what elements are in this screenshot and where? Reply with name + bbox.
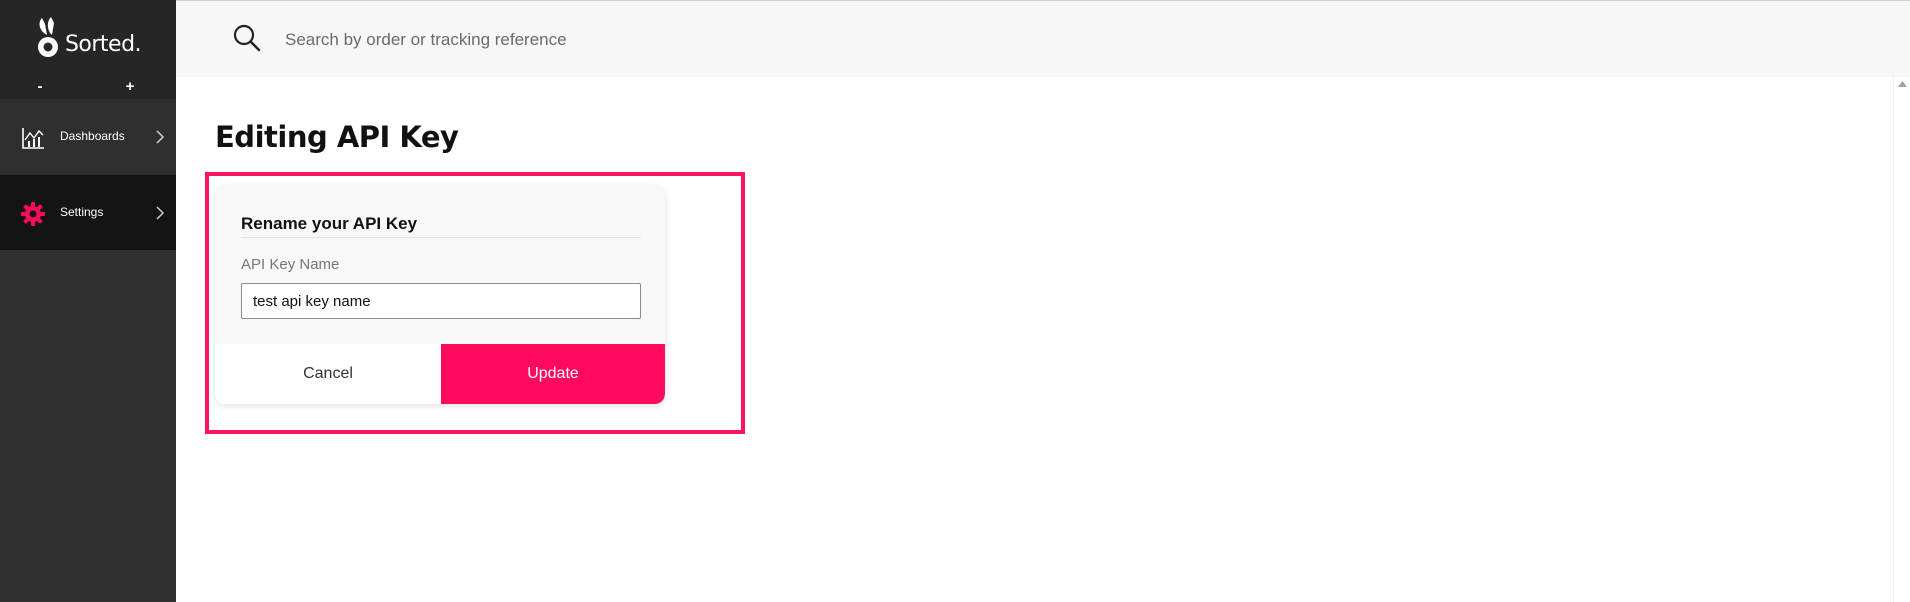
search-icon[interactable] [232,23,262,53]
sidebar: Sorted. - + Dashboards Settings [0,0,176,602]
page-scrollbar[interactable] [1893,77,1910,602]
brand-name: Sorted. [64,32,142,57]
app-window: Sorted. - + Dashboards Settings Search b… [0,0,1910,602]
api-key-name-label: API Key Name [241,256,340,273]
sidebar-item-dashboards[interactable]: Dashboards [0,99,176,174]
rename-api-key-card: Rename your API Key API Key Name Cancel … [215,186,665,404]
search-input[interactable] [285,25,885,55]
chevron-right-icon [156,206,165,220]
page-title: Editing API Key [215,120,459,154]
zoom-controls: - + [0,77,176,99]
zoom-in-button[interactable]: + [120,78,140,96]
brand-logo[interactable]: Sorted. [0,0,176,77]
sidebar-item-settings[interactable]: Settings [0,175,176,250]
gear-icon [21,202,45,226]
sidebar-item-label: Settings [60,205,104,219]
chevron-right-icon [156,130,165,144]
card-title: Rename your API Key [241,214,418,233]
zoom-out-button[interactable]: - [30,78,50,96]
top-search-bar [176,0,1910,77]
api-key-name-input[interactable] [241,283,641,319]
sidebar-item-label: Dashboards [60,129,125,143]
update-button[interactable]: Update [441,344,665,404]
chart-icon [22,128,44,149]
scroll-up-arrow-icon[interactable] [1898,81,1907,87]
card-divider [241,237,641,238]
cancel-button[interactable]: Cancel [215,344,441,404]
sorted-logo-icon [37,16,58,57]
